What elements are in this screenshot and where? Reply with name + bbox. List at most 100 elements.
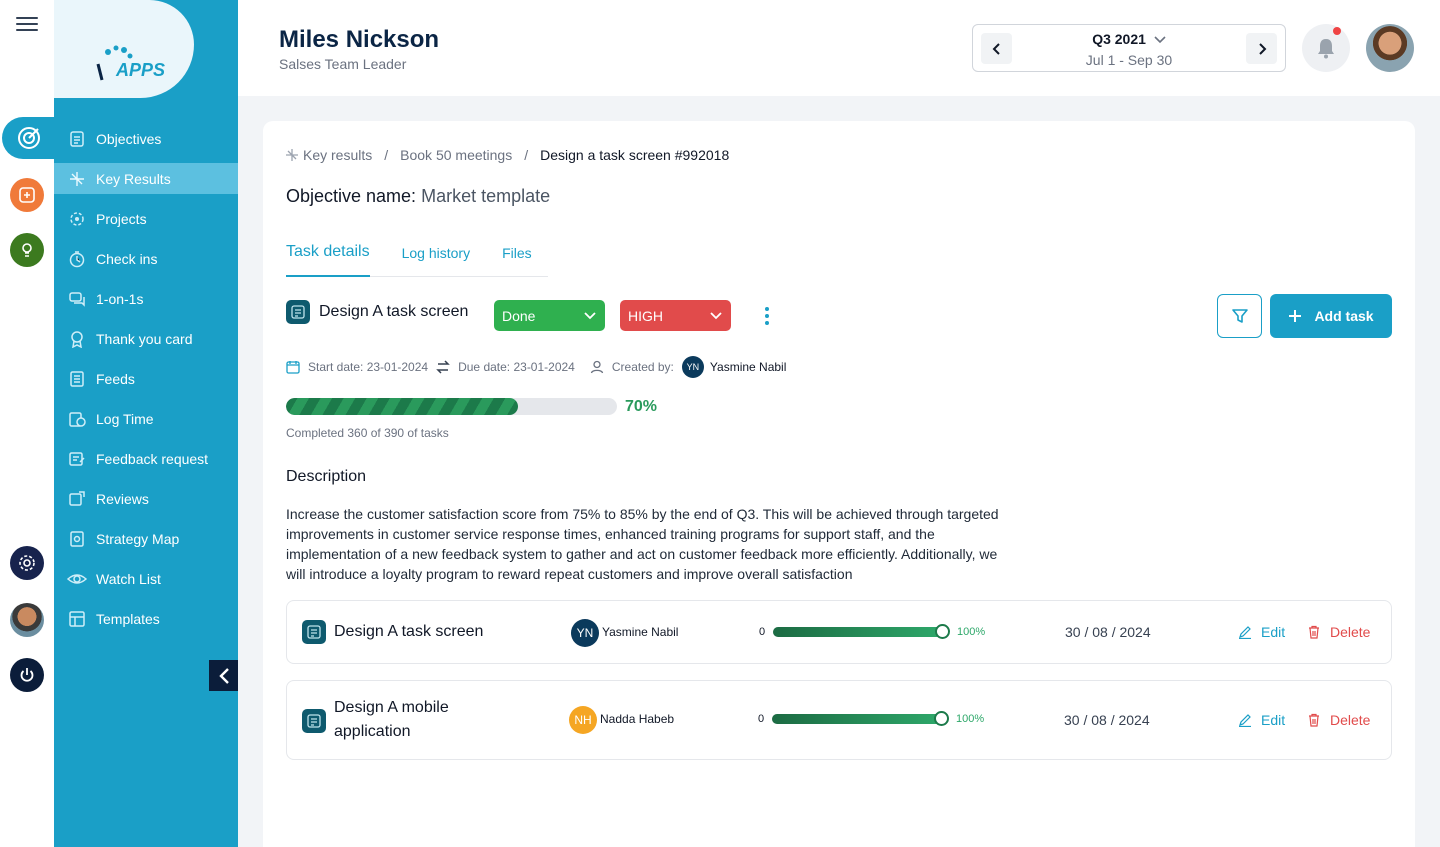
pencil-icon [1239, 626, 1251, 639]
log-time-icon [67, 409, 87, 429]
edit-label: Edit [1261, 624, 1286, 640]
add-task-button[interactable]: Add task [1270, 294, 1392, 338]
icon-rail [0, 0, 62, 847]
objectives-icon [67, 129, 87, 149]
task-progress-bar [286, 398, 617, 415]
subtask-progress-handle[interactable] [935, 624, 950, 639]
key-results-icon [67, 169, 87, 189]
chat-icon [67, 289, 87, 309]
subtask-date: 30 / 08 / 2024 [1064, 712, 1150, 728]
task-progress-note: Completed 360 of 390 of tasks [286, 426, 449, 440]
tab-bar: Task details Log history Files [286, 243, 548, 277]
filter-icon [1231, 309, 1248, 323]
subtask-progress-fill [773, 627, 943, 637]
creator-name: Yasmine Nabil [709, 360, 787, 374]
priority-dropdown[interactable]: HIGH [620, 300, 731, 331]
assignee-name: Yasmine Nabil [602, 625, 679, 639]
sidebar-item-check-ins[interactable]: Check ins [54, 239, 238, 279]
trash-icon [1309, 713, 1319, 727]
sidebar-item-label: Strategy Map [96, 531, 180, 547]
app-switch-orange-icon[interactable] [10, 178, 44, 212]
sidebar-item-strategy-map[interactable]: Strategy Map [54, 519, 238, 559]
breadcrumb-key-results[interactable]: Key results [303, 147, 372, 163]
sidebar-item-reviews[interactable]: Reviews [54, 479, 238, 519]
reviews-icon [67, 489, 87, 509]
priority-value: HIGH [628, 307, 663, 324]
target-icon[interactable] [12, 121, 46, 155]
add-task-label: Add task [1314, 308, 1374, 324]
delete-button[interactable]: Delete [1307, 624, 1370, 640]
user-name: Miles Nickson [279, 26, 440, 53]
breadcrumb-book-meetings[interactable]: Book 50 meetings [400, 147, 512, 163]
collapse-sidebar-button[interactable] [209, 660, 238, 691]
quarter-dropdown[interactable]: Q3 2021 [973, 31, 1285, 47]
quarter-range: Jul 1 - Sep 30 [1085, 52, 1173, 68]
sidebar-item-1-on-1s[interactable]: 1-on-1s [54, 279, 238, 319]
sidebar-item-key-results[interactable]: Key Results [54, 163, 238, 194]
assignee-name: Nadda Habeb [600, 712, 675, 726]
tab-task-details[interactable]: Task details [286, 243, 370, 277]
subtask-progress-percent: 100% [956, 713, 985, 725]
notifications-button[interactable] [1302, 24, 1350, 72]
power-icon[interactable] [10, 658, 44, 692]
swap-icon [436, 360, 450, 374]
sidebar-item-log-time[interactable]: Log Time [54, 399, 238, 439]
task-progress-percent: 70% [625, 398, 658, 415]
subtask-row[interactable]: Design A task screen YN Yasmine Nabil 0 … [286, 600, 1392, 664]
objective-value: Market template [421, 186, 551, 206]
key-results-icon [286, 149, 298, 161]
status-dropdown[interactable]: Done [494, 300, 605, 331]
sidebar-item-watch-list[interactable]: Watch List [54, 559, 238, 599]
sidebar-item-objectives[interactable]: Objectives [54, 119, 238, 159]
edit-button[interactable]: Edit [1238, 624, 1285, 640]
subtask-progress-track [772, 714, 942, 724]
creator-avatar: YN [681, 356, 704, 378]
user-avatar[interactable] [10, 603, 44, 637]
edit-button[interactable]: Edit [1238, 712, 1285, 728]
subtask-progress-handle[interactable] [934, 711, 949, 726]
feedback-icon [67, 449, 87, 469]
sidebar-item-feeds[interactable]: Feeds [54, 359, 238, 399]
sidebar-item-templates[interactable]: Templates [54, 599, 238, 639]
task-icon [302, 709, 326, 733]
sidebar-item-label: Projects [96, 211, 147, 227]
tab-log-history[interactable]: Log history [402, 243, 470, 276]
delete-button[interactable]: Delete [1307, 712, 1370, 728]
subtask-row[interactable]: Design A mobile application NH Nadda Hab… [286, 680, 1392, 760]
user-role: Salses Team Leader [279, 56, 407, 72]
top-header: Miles Nickson Salses Team Leader Q3 2021… [238, 0, 1440, 96]
app-switch-green-icon[interactable] [10, 233, 44, 267]
sidebar-item-projects[interactable]: Projects [54, 199, 238, 239]
due-date: Due date: 23-01-2024 [458, 360, 575, 374]
sidebar-item-label: Thank you card [96, 331, 193, 347]
subtask-name: Design A mobile application [334, 699, 449, 740]
quarter-selector: Q3 2021 Jul 1 - Sep 30 [972, 24, 1286, 72]
subtask-progress-fill [772, 714, 942, 724]
plus-icon [1289, 310, 1302, 322]
tab-files[interactable]: Files [502, 243, 532, 276]
settings-gear-icon[interactable] [10, 546, 44, 580]
task-name: Design A task screen [319, 303, 469, 320]
hamburger-menu-icon[interactable] [16, 14, 38, 32]
bell-icon [1318, 39, 1334, 59]
templates-icon [67, 609, 87, 629]
delete-label: Delete [1330, 624, 1371, 640]
next-quarter-button[interactable] [1246, 33, 1277, 64]
logo-text: APPS [116, 60, 166, 80]
profile-avatar[interactable] [1366, 24, 1414, 72]
start-date: Start date: 23-01-2024 [308, 360, 429, 374]
status-value: Done [502, 307, 536, 324]
pencil-icon [1239, 714, 1251, 727]
subtask-progress-percent: 100% [957, 626, 986, 638]
more-options-icon[interactable] [762, 307, 772, 325]
task-icon [286, 300, 310, 324]
logo[interactable]: APPS [92, 42, 182, 86]
eye-icon [67, 569, 87, 589]
filter-button[interactable] [1217, 294, 1262, 338]
subtask-progress-track [773, 627, 943, 637]
sidebar-item-feedback-request[interactable]: Feedback request [54, 439, 238, 479]
chevron-down-icon [1154, 36, 1166, 44]
sidebar-item-thank-you-card[interactable]: Thank you card [54, 319, 238, 359]
sidebar-item-label: Watch List [96, 571, 161, 587]
sidebar-item-label: Key Results [96, 170, 171, 187]
